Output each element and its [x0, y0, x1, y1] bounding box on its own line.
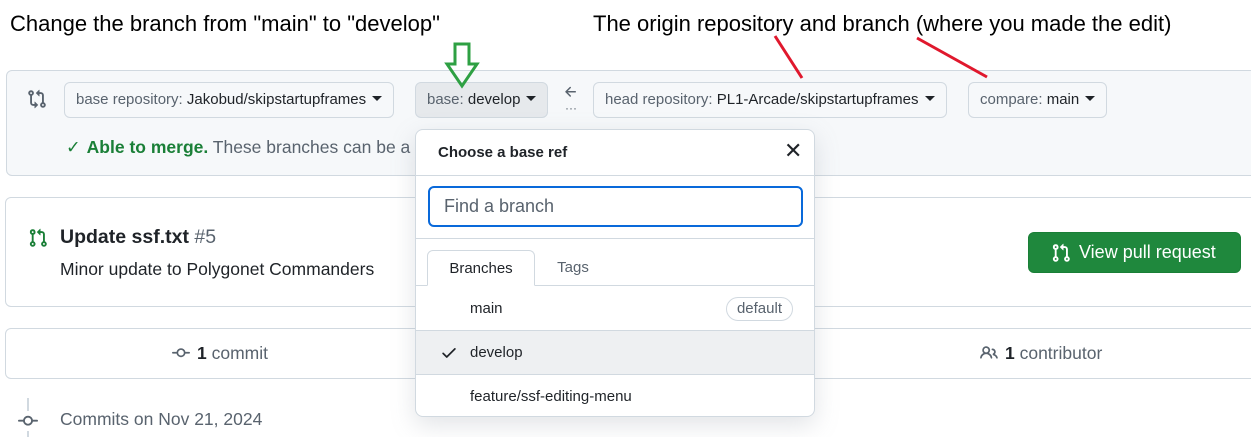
branch-name: develop	[470, 344, 523, 361]
tab-tags[interactable]: Tags	[552, 250, 594, 286]
compare-branch-value: main	[1046, 91, 1080, 108]
base-repository-value: Jakobud/skipstartupframes	[186, 91, 367, 108]
git-commit-icon	[17, 411, 39, 431]
base-repository-select[interactable]: base repository: Jakobud/skipstartupfram…	[64, 82, 395, 118]
annotation-right: The origin repository and branch (where …	[593, 11, 1172, 36]
git-pull-request-icon	[1052, 243, 1070, 262]
merge-ok-label: Able to merge.	[86, 137, 209, 157]
base-repository-label: base repository:	[76, 91, 187, 108]
head-repository-label: head repository:	[605, 91, 717, 108]
default-badge: default	[725, 297, 793, 321]
pull-request-title[interactable]: Update ssf.txt #5	[60, 226, 216, 249]
divider	[416, 238, 814, 239]
commits-stat[interactable]: 1 commit	[171, 343, 268, 364]
people-icon	[980, 346, 998, 359]
base-branch-select[interactable]: base: develop	[415, 82, 549, 118]
caret-down-icon	[526, 96, 537, 101]
base-branch-label: base:	[427, 91, 468, 108]
base-branch-value: develop	[467, 91, 521, 108]
contributors-count: 1	[1005, 343, 1015, 363]
base-ref-dropdown: Choose a base ref ✕ Branches Tags main d…	[415, 129, 815, 417]
contributors-label: contributor	[1014, 343, 1103, 363]
close-icon[interactable]: ✕	[784, 140, 802, 162]
caret-down-icon	[924, 96, 935, 101]
divider	[416, 175, 814, 176]
merge-status: ✓ Able to merge. These branches can be a	[66, 137, 410, 158]
git-pull-request-icon	[29, 228, 47, 247]
view-pull-request-label: View pull request	[1079, 242, 1216, 262]
view-pull-request-button[interactable]: View pull request	[1028, 232, 1241, 273]
commits-count: 1	[197, 343, 207, 363]
branch-item-develop[interactable]: develop	[416, 331, 814, 374]
branch-name: main	[470, 300, 503, 317]
arrow-left-icon: ···	[561, 84, 581, 120]
commits-label: commit	[206, 343, 268, 363]
dropdown-title: Choose a base ref	[438, 144, 568, 161]
annotation-left: Change the branch from "main" to "develo…	[10, 11, 440, 36]
pull-request-number: #5	[194, 226, 217, 248]
compare-branch-label: compare:	[980, 91, 1047, 108]
pull-request-title-text[interactable]: Update ssf.txt	[60, 226, 189, 248]
branch-item-feature-ssf-editing-menu[interactable]: feature/ssf-editing-menu	[416, 375, 814, 416]
git-compare-icon	[28, 89, 46, 109]
git-commit-icon	[172, 348, 190, 358]
caret-down-icon	[372, 96, 383, 101]
pull-request-description: Minor update to Polygonet Commanders	[60, 259, 375, 279]
compare-branch-select[interactable]: compare: main	[968, 82, 1108, 118]
branch-item-main[interactable]: main default	[416, 287, 814, 330]
check-icon: ✓	[66, 137, 81, 157]
commits-on-date: Commits on Nov 21, 2024	[60, 409, 263, 429]
tab-branches[interactable]: Branches	[427, 250, 535, 286]
branch-name: feature/ssf-editing-menu	[470, 388, 632, 405]
caret-down-icon	[1085, 96, 1096, 101]
head-repository-select[interactable]: head repository: PL1-Arcade/skipstartupf…	[593, 82, 947, 118]
contributors-stat[interactable]: 1 contributor	[979, 343, 1102, 364]
branch-search-input[interactable]	[428, 186, 803, 227]
head-repository-value: PL1-Arcade/skipstartupframes	[716, 91, 919, 108]
merge-text: These branches can be a	[208, 137, 411, 157]
